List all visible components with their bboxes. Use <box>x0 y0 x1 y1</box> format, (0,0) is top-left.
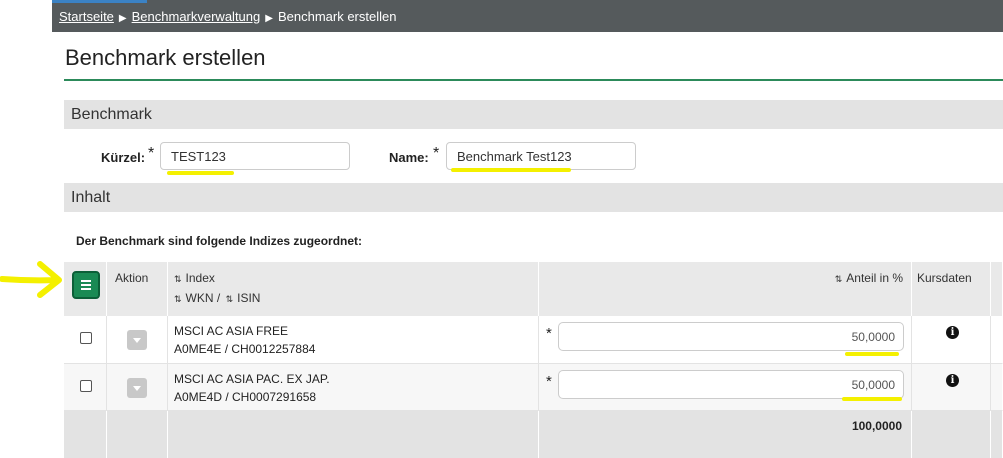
info-icon[interactable]: i <box>946 326 959 339</box>
breadcrumb-link-home[interactable]: Startseite <box>59 9 114 24</box>
header-cell-aktion: Aktion <box>107 262 168 316</box>
sort-anteil-button[interactable]: ⇅ Anteil in % <box>835 271 903 285</box>
table-row-1-extra <box>991 316 1003 364</box>
table-footer-total-cell: 100,0000 <box>539 411 912 458</box>
breadcrumb-link-benchmarkverwaltung[interactable]: Benchmarkverwaltung <box>132 9 261 24</box>
header-cell-menu <box>64 262 107 316</box>
table-row-1-index: MSCI AC ASIA FREE A0ME4E / CH0012257884 <box>168 316 539 364</box>
highlight-mark <box>845 352 899 356</box>
table-footer-cell <box>107 411 168 458</box>
section-header-benchmark: Benchmark <box>64 100 1003 129</box>
header-cell-kursdaten: Kursdaten <box>912 262 991 316</box>
anteil-total: 100,0000 <box>851 419 902 433</box>
page-title: Benchmark erstellen <box>65 45 266 70</box>
index-ids: A0ME4E / CH0012257884 <box>174 342 316 356</box>
caret-down-icon[interactable] <box>127 378 147 398</box>
table-row-1-kursdaten: i <box>912 316 991 364</box>
table-row-2-kursdaten: i <box>912 364 991 411</box>
table-row-1-select <box>64 316 107 364</box>
row-checkbox[interactable] <box>80 380 92 392</box>
arrow-right-icon <box>0 261 62 298</box>
table-intro-text: Der Benchmark sind folgende Indizes zuge… <box>76 234 363 248</box>
highlight-mark <box>167 171 234 175</box>
section-header-inhalt: Inhalt <box>64 183 1003 212</box>
indices-table: Aktion ⇅ Index ⇅ WKN / ⇅ ISIN ⇅ Anteil in % … <box>64 262 1003 458</box>
table-row-2-index: MSCI AC ASIA PAC. EX JAP. A0ME4D / CH000… <box>168 364 539 411</box>
kuerzel-input[interactable] <box>160 142 350 170</box>
header-isin: ISIN <box>237 291 261 305</box>
table-row-2-aktion <box>107 364 168 411</box>
header-anteil: Anteil in % <box>846 271 903 285</box>
header-kursdaten: Kursdaten <box>917 271 972 285</box>
row-checkbox[interactable] <box>80 332 92 344</box>
breadcrumb-separator-icon: ▶ <box>118 13 127 24</box>
anteil-required-mark: * <box>546 325 552 342</box>
sort-index-button[interactable]: ⇅ Index <box>174 271 215 285</box>
sort-icon: ⇅ <box>174 274 182 284</box>
highlight-mark <box>451 168 571 172</box>
name-input[interactable] <box>446 142 636 170</box>
header-wkn: WKN / <box>185 291 221 305</box>
caret-down-icon[interactable] <box>127 330 147 350</box>
info-icon[interactable]: i <box>946 374 959 387</box>
header-cell-extra <box>991 262 1003 316</box>
anteil-required-mark: * <box>546 373 552 390</box>
table-footer-cell <box>991 411 1003 458</box>
breadcrumb-separator-icon: ▶ <box>265 13 273 24</box>
index-name: MSCI AC ASIA FREE <box>174 324 289 338</box>
section-title-benchmark: Benchmark <box>71 106 152 123</box>
table-footer-cell <box>912 411 991 458</box>
index-name: MSCI AC ASIA PAC. EX JAP. <box>174 372 330 386</box>
name-required-mark: * <box>433 145 440 162</box>
breadcrumb-current: Benchmark erstellen <box>277 9 397 24</box>
table-row-2-extra <box>991 364 1003 411</box>
sort-icon: ⇅ <box>225 294 234 304</box>
anteil-input[interactable] <box>558 322 904 351</box>
title-divider <box>64 79 1003 81</box>
table-row-2-select <box>64 364 107 411</box>
header-cell-anteil: ⇅ Anteil in % <box>539 262 912 316</box>
table-footer-cell <box>64 411 107 458</box>
kuerzel-label: Kürzel: <box>101 150 146 165</box>
kuerzel-required-mark: * <box>148 145 155 162</box>
name-label: Name: <box>389 150 429 165</box>
table-row-1-anteil: * <box>539 316 912 364</box>
header-index: Index <box>185 271 215 285</box>
sort-wkn-button[interactable]: ⇅ WKN / ⇅ ISIN <box>174 291 260 305</box>
sort-icon: ⇅ <box>174 294 182 304</box>
breadcrumb: Startseite ▶ Benchmarkverwaltung ▶ Benchmark… <box>59 9 396 24</box>
top-bar-accent <box>52 0 147 3</box>
anteil-input[interactable] <box>558 370 904 399</box>
sort-icon: ⇅ <box>834 274 843 284</box>
section-title-inhalt: Inhalt <box>71 189 111 206</box>
table-row-1-aktion <box>107 316 168 364</box>
index-ids: A0ME4D / CH0007291658 <box>174 390 317 404</box>
header-aktion: Aktion <box>115 271 149 285</box>
column-menu-button[interactable] <box>72 271 100 299</box>
header-cell-index: ⇅ Index ⇅ WKN / ⇅ ISIN <box>168 262 539 316</box>
table-row-2-anteil: * <box>539 364 912 411</box>
table-footer-cell <box>168 411 539 458</box>
highlight-mark <box>842 397 902 401</box>
